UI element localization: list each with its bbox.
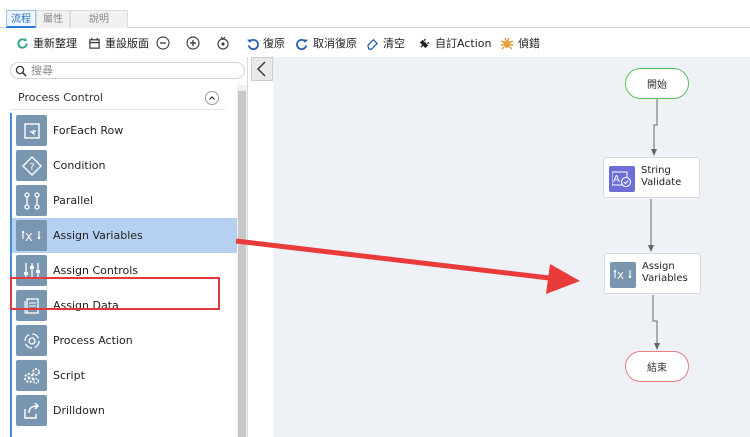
palette-item-condition[interactable]: ? Condition — [12, 148, 237, 183]
palette-item-label: Drilldown — [53, 404, 105, 417]
drilldown-icon — [16, 395, 47, 426]
eraser-icon — [367, 38, 379, 50]
svg-text:X: X — [25, 231, 33, 244]
palette-item-label: Process Action — [53, 334, 133, 347]
palette-item-label: Condition — [53, 159, 106, 172]
assign-variables-icon: X — [610, 262, 636, 288]
palette-item-label: ForEach Row — [53, 124, 124, 137]
highlight-rectangle — [10, 277, 220, 310]
svg-text:?: ? — [29, 162, 34, 173]
end-node[interactable]: 結束 — [625, 351, 689, 382]
zoom-out-icon — [156, 36, 170, 50]
undo-label: 復原 — [263, 37, 285, 50]
svg-text:X: X — [617, 271, 624, 282]
palette-item-label: Assign Variables — [53, 229, 143, 242]
tab-help[interactable]: 說明 — [70, 10, 128, 28]
collapse-panel-button[interactable] — [251, 57, 273, 81]
bug-icon — [500, 37, 514, 50]
zoom-in-button[interactable] — [186, 34, 200, 52]
start-node[interactable]: 開始 — [625, 68, 689, 99]
relayout-label: 重新整理 — [33, 37, 77, 50]
redo-label: 取消復原 — [313, 37, 357, 50]
parallel-icon — [16, 185, 47, 216]
palette-item-label: Script — [53, 369, 85, 382]
reset-layout-button[interactable]: 重設版面 — [88, 34, 149, 52]
redo-button[interactable]: 取消復原 — [296, 34, 357, 52]
palette-item-parallel[interactable]: Parallel — [12, 183, 237, 218]
palette-item-process-action[interactable]: Process Action — [12, 323, 237, 358]
script-icon — [16, 360, 47, 391]
search-input[interactable] — [31, 63, 231, 78]
palette-item-foreach-row[interactable]: ForEach Row — [12, 113, 237, 148]
fit-view-button[interactable] — [216, 34, 230, 52]
assign-variables-node[interactable]: X Assign Variables — [604, 253, 701, 294]
palette-list: ForEach Row ? Condition Parallel X Assig… — [10, 113, 237, 437]
clear-button[interactable]: 清空 — [366, 34, 405, 52]
tool-palette-panel: Process Control ForEach Row ? Condition … — [0, 57, 248, 437]
palette-item-assign-variables[interactable]: X Assign Variables — [12, 218, 237, 253]
palette-item-label: Parallel — [53, 194, 94, 207]
debug-label: 偵錯 — [518, 37, 540, 50]
debug-button[interactable]: 偵錯 — [500, 34, 540, 52]
assign-variables-icon: X — [16, 220, 47, 251]
refresh-icon — [17, 37, 28, 49]
assign-variables-label: Assign Variables — [642, 261, 688, 285]
chevron-left-icon — [257, 61, 266, 77]
node-label-line1: Assign — [642, 261, 675, 272]
tab-properties[interactable]: 屬性 — [36, 10, 70, 28]
redo-icon — [296, 38, 309, 50]
tab-bar: 流程 屬性 說明 — [0, 0, 750, 28]
plug-icon — [419, 38, 430, 48]
clear-label: 清空 — [383, 37, 405, 50]
group-header-process-control[interactable]: Process Control — [10, 86, 225, 110]
search-box — [10, 62, 245, 79]
collapse-group-button[interactable] — [205, 91, 219, 105]
palette-item-script[interactable]: Script — [12, 358, 237, 393]
reset-layout-label: 重設版面 — [105, 37, 149, 50]
tab-flow[interactable]: 流程 — [6, 10, 36, 28]
custom-action-button[interactable]: 自訂Action — [418, 34, 491, 52]
string-validate-label: String Validate — [641, 165, 681, 189]
fit-view-icon — [217, 36, 229, 50]
layout-icon — [89, 37, 100, 49]
palette-item-drilldown[interactable]: Drilldown — [12, 393, 237, 428]
group-title: Process Control — [18, 91, 103, 104]
string-validate-node[interactable]: A String Validate — [603, 157, 700, 198]
search-icon — [15, 65, 27, 77]
flow-canvas[interactable]: 開始 A String Validate X Assign Variables … — [273, 57, 750, 437]
node-label-line2: Validate — [641, 177, 682, 188]
undo-button[interactable]: 復原 — [246, 34, 285, 52]
foreach-icon — [16, 115, 47, 146]
svg-text:A: A — [613, 174, 620, 185]
custom-action-label: 自訂Action — [435, 37, 492, 50]
toolbar: 重新整理 重設版面 復原 取消復原 清空 自訂Action 偵錯 — [0, 29, 750, 57]
chevron-up-icon — [209, 96, 215, 100]
palette-scrollbar[interactable] — [237, 85, 247, 437]
process-action-icon — [16, 325, 47, 356]
node-label-line1: String — [641, 165, 671, 176]
node-label-line2: Variables — [642, 273, 688, 284]
undo-icon — [246, 38, 259, 50]
zoom-in-icon — [186, 36, 200, 50]
condition-icon: ? — [16, 150, 47, 181]
string-validate-icon: A — [609, 166, 635, 192]
palette-item-label: Assign Controls — [53, 264, 138, 277]
relayout-button[interactable]: 重新整理 — [16, 34, 77, 52]
scrollbar-thumb[interactable] — [238, 91, 246, 437]
zoom-out-button[interactable] — [156, 34, 170, 52]
